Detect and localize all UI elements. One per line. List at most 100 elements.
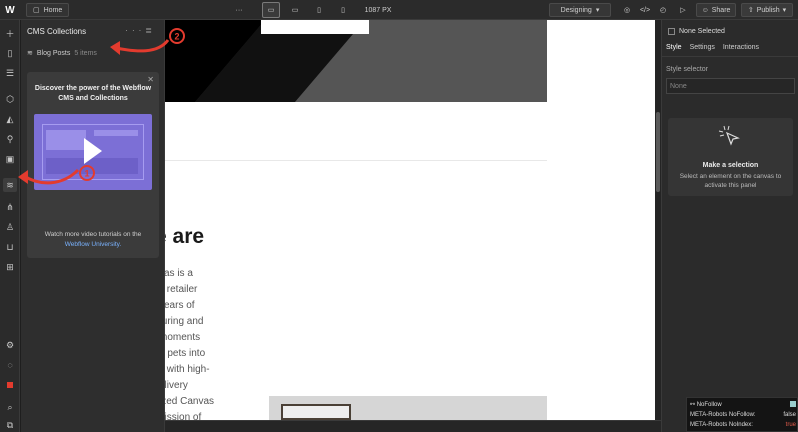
- close-icon[interactable]: ✕: [147, 75, 154, 84]
- record-icon[interactable]: [3, 378, 17, 392]
- chevron-down-icon: ▾: [782, 7, 787, 14]
- make-selection-card: Make a selection Select an element on th…: [668, 118, 793, 196]
- more-icon[interactable]: ···: [232, 0, 246, 20]
- publish-button[interactable]: ⇧ Publish ▾: [741, 3, 793, 17]
- status-bar: [165, 420, 661, 432]
- hero-image[interactable]: [165, 20, 547, 102]
- promo-footer: Watch more video tutorials on the Webflo…: [33, 230, 153, 250]
- database-icon: ≋: [27, 50, 33, 57]
- seo-extension-panel: ⚯ NoFollow META-Robots NoFollow: false M…: [686, 397, 798, 432]
- video-thumbnail[interactable]: [34, 114, 152, 190]
- ecommerce-cart-icon[interactable]: ⊔: [3, 240, 17, 254]
- collection-count: 5 items: [74, 49, 97, 57]
- make-selection-subtitle: Select an element on the canvas to activ…: [679, 173, 782, 189]
- left-toolbar: ＋ ▯ ☰ ⬡ ◭ ⚲ ▣ ≋ ⋔ ♙ ⊔ ⊞ ⚙ ◌ ⌕ ⧉: [0, 20, 20, 432]
- tab-interactions[interactable]: Interactions: [723, 44, 759, 51]
- components-icon[interactable]: ⬡: [3, 92, 17, 106]
- paragraph-line: s with high-: [165, 364, 210, 375]
- canvas-width-readout: 1087 PX: [364, 6, 392, 14]
- publish-label: Publish: [756, 6, 780, 14]
- paragraph-line: turing and: [165, 316, 204, 327]
- cms-collections-panel: CMS Collections ···≣ ≋ Blog Posts 5 item…: [21, 20, 165, 432]
- user-icon: ☺: [701, 6, 709, 14]
- desktop-breakpoint-icon[interactable]: ▭: [262, 2, 280, 18]
- search-icon[interactable]: ⌕: [3, 400, 17, 414]
- play-icon: [84, 138, 102, 164]
- rocket-icon: ⇧: [747, 7, 754, 14]
- paragraph-line: nission of: [165, 412, 202, 420]
- panel-actions: ···≣: [125, 26, 156, 35]
- seo-value: false: [783, 412, 796, 418]
- variables-icon[interactable]: ⚲: [3, 132, 17, 146]
- history-icon[interactable]: ◴: [656, 0, 670, 20]
- panel-tabs: Style Settings Interactions: [666, 44, 759, 51]
- hero-card[interactable]: [261, 20, 369, 34]
- webflow-university-link[interactable]: Webflow University.: [65, 241, 121, 248]
- share-label: Share: [711, 6, 731, 14]
- add-elements-icon[interactable]: ＋: [3, 26, 17, 40]
- paragraph-line: e pets into: [165, 348, 206, 359]
- paragraph-line: s retailer: [165, 284, 198, 295]
- home-label: Home: [43, 6, 63, 14]
- home-button[interactable]: ▢ Home: [26, 3, 70, 17]
- app-tree-icon[interactable]: ⋔: [3, 200, 17, 214]
- panel-title: CMS Collections: [27, 27, 87, 36]
- section-paragraph[interactable]: vas is a s retailer years of turing and …: [165, 266, 214, 420]
- chevron-down-icon: ▾: [595, 7, 600, 14]
- collection-name: Blog Posts: [36, 49, 71, 57]
- tab-style[interactable]: Style: [666, 44, 682, 51]
- style-selector-input[interactable]: None: [666, 78, 795, 94]
- design-canvas[interactable]: e are vas is a s retailer years of turin…: [165, 20, 655, 420]
- preview-play-icon[interactable]: ▷: [676, 0, 690, 20]
- help-icon[interactable]: ⧉: [3, 418, 17, 432]
- selection-indicator: None Selected: [668, 28, 725, 35]
- seo-row-noindex: META-Robots NoIndex: true: [690, 422, 796, 428]
- seo-label: META-Robots NoFollow:: [690, 412, 756, 418]
- framed-art: [281, 404, 351, 420]
- section-heading[interactable]: e are: [165, 225, 204, 249]
- cursor-click-icon: [718, 125, 740, 146]
- promo-title: Discover the power of the Webflow CMS an…: [34, 85, 152, 102]
- navigator-icon[interactable]: ☰: [3, 66, 17, 80]
- scrollbar-thumb[interactable]: [656, 112, 660, 192]
- code-icon[interactable]: </>: [638, 0, 652, 20]
- link-icon: ⚯: [690, 402, 696, 408]
- webflow-logo[interactable]: W: [0, 0, 20, 20]
- section-photo[interactable]: [269, 396, 547, 420]
- seo-title: NoFollow: [696, 402, 722, 408]
- element-icon: [668, 28, 675, 35]
- check-circle-icon[interactable]: ◎: [620, 0, 634, 20]
- cms-database-icon[interactable]: ≋: [3, 178, 17, 192]
- style-panel: None Selected Style Settings Interaction…: [661, 20, 798, 432]
- style-manager-icon[interactable]: ◭: [3, 112, 17, 126]
- assets-icon[interactable]: ▣: [3, 152, 17, 166]
- promo-footer-text: Watch more video tutorials on the: [44, 231, 142, 238]
- make-selection-title: Make a selection: [702, 162, 759, 169]
- tab-settings[interactable]: Settings: [690, 44, 715, 51]
- paragraph-line: years of: [165, 300, 195, 311]
- expand-icon[interactable]: [790, 401, 796, 407]
- top-bar: W ▢ Home ··· ▭ ▭ ▯ ▯ 1087 PX Designing ▾…: [0, 0, 798, 20]
- more-icon[interactable]: ···: [125, 26, 145, 35]
- settings-gear-icon[interactable]: ⚙: [3, 338, 17, 352]
- laptop-breakpoint-icon[interactable]: ▭: [286, 0, 304, 20]
- paragraph-line: vas is a: [165, 268, 193, 279]
- promo-card: ✕ Discover the power of the Webflow CMS …: [27, 72, 159, 258]
- mobile-breakpoint-icon[interactable]: ▯: [334, 0, 352, 20]
- seo-label: META-Robots NoIndex:: [690, 422, 753, 428]
- pages-icon[interactable]: ▯: [3, 46, 17, 60]
- apps-icon[interactable]: ⊞: [3, 260, 17, 274]
- share-button[interactable]: ☺ Share: [696, 3, 736, 17]
- mode-dropdown[interactable]: Designing ▾: [549, 3, 611, 17]
- page-icon: ▢: [33, 7, 40, 14]
- tablet-breakpoint-icon[interactable]: ▯: [310, 0, 328, 20]
- audit-icon[interactable]: ◌: [3, 358, 17, 372]
- divider: [165, 160, 547, 161]
- seo-value: true: [785, 422, 796, 428]
- database-icon[interactable]: ≣: [145, 26, 156, 35]
- mode-label: Designing: [560, 6, 592, 14]
- tab-divider: [662, 56, 798, 57]
- seo-row-nofollow: META-Robots NoFollow: false: [690, 412, 796, 418]
- users-icon[interactable]: ♙: [3, 220, 17, 234]
- collection-item-blog-posts[interactable]: ≋ Blog Posts 5 items: [27, 49, 97, 58]
